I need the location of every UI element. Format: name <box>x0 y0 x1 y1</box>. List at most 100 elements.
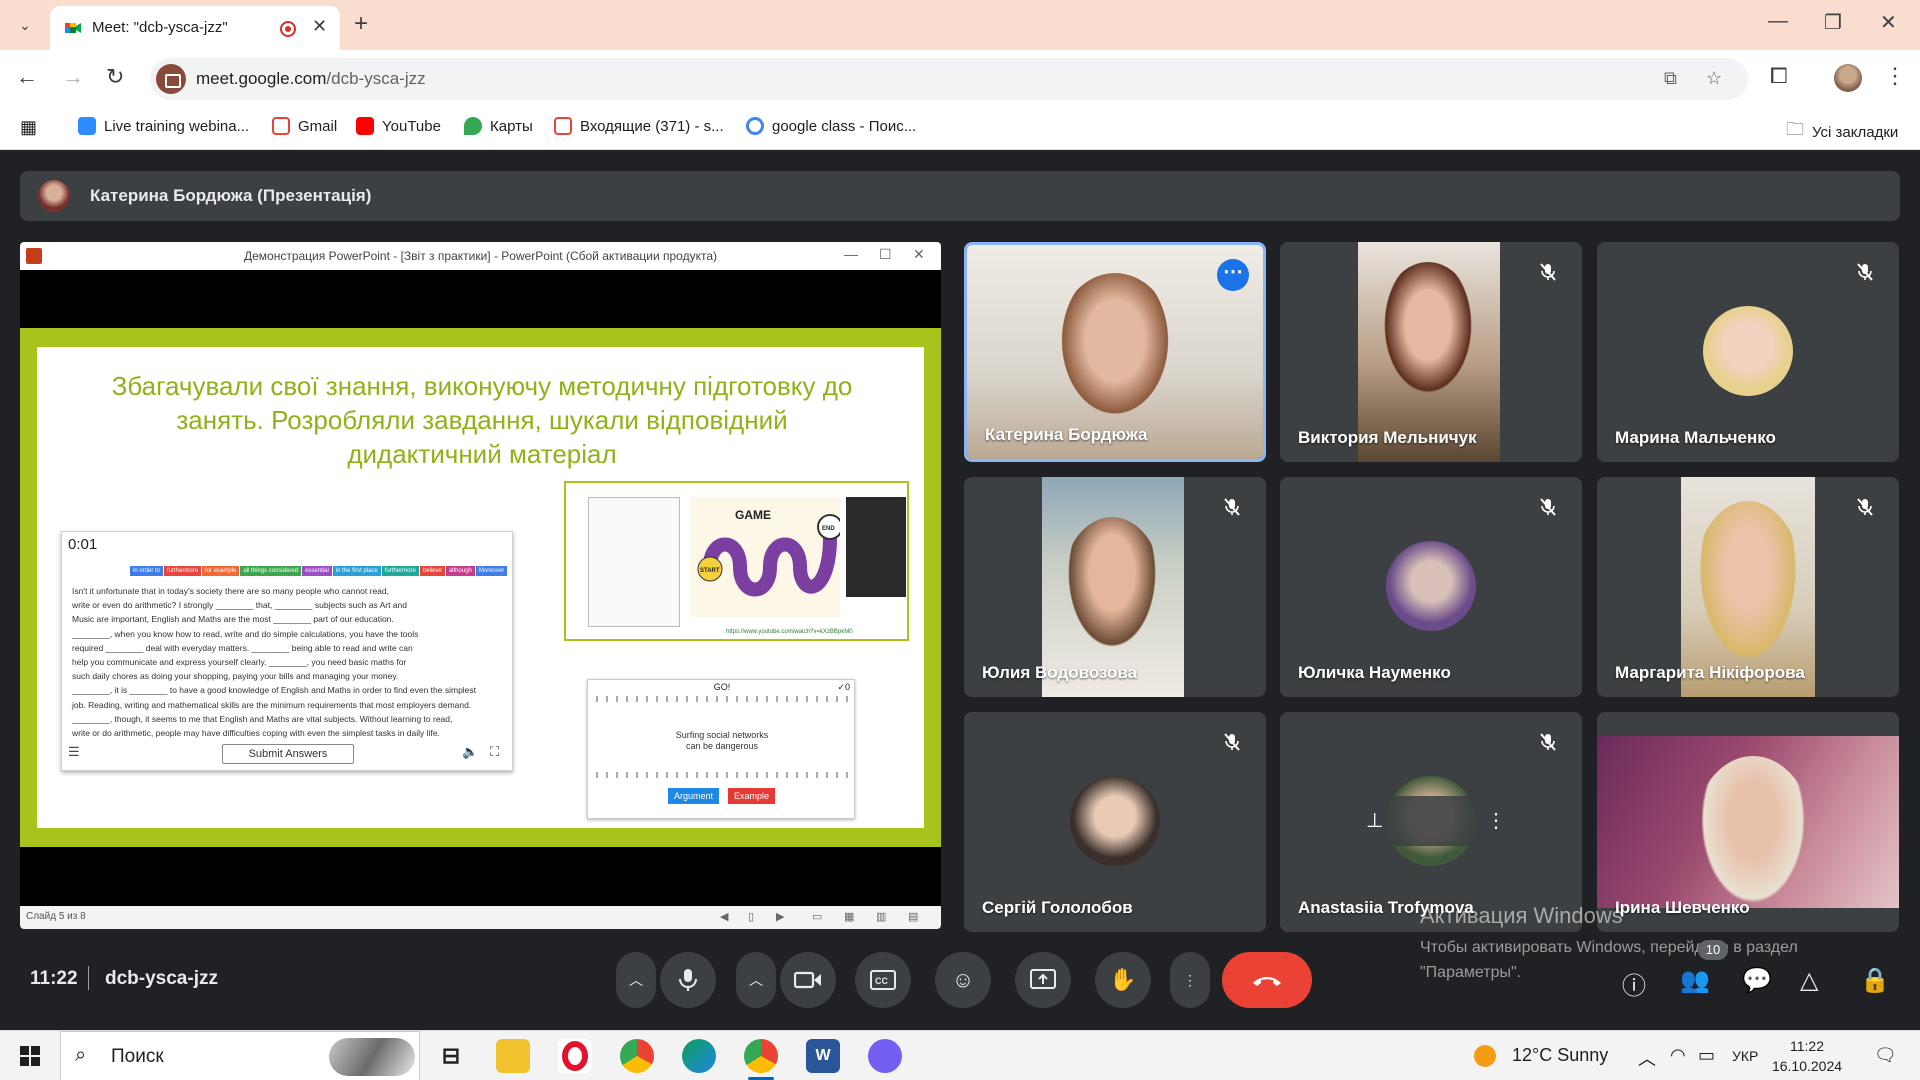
participant-avatar <box>1703 306 1793 396</box>
windows-activation-title: Активация Windows <box>1420 903 1623 928</box>
ppt-status-bar: Слайд 5 из 8 ◀ ▯ ▶ ▭ ▦ ▥ ▤ <box>20 906 941 929</box>
camera-icon[interactable] <box>780 952 836 1008</box>
people-icon[interactable]: 👥 <box>1680 966 1710 995</box>
more-options-icon[interactable]: ⋮ <box>1170 952 1210 1008</box>
submit-answers-button: Submit Answers <box>222 744 354 764</box>
shared-screen-presentation[interactable]: Демонстрация PowerPoint - [Звіт з практи… <box>20 242 941 929</box>
host-controls-lock-icon[interactable]: 🔒 <box>1860 966 1890 995</box>
tab-search-chevron-icon[interactable]: ⌄ <box>12 12 38 38</box>
tab-close-icon[interactable]: ✕ <box>312 16 327 37</box>
tile-hover-controls: ⊥ ⋮ <box>1348 796 1514 846</box>
meeting-code: dcb-ysca-jzz <box>105 968 218 989</box>
taskbar-search-box[interactable]: ⌕ Поиск <box>60 1031 420 1080</box>
video-options-chevron-icon[interactable]: ︿ <box>736 952 776 1008</box>
bookmark-item[interactable]: Gmail <box>272 117 337 135</box>
minimize-window-icon[interactable]: — <box>1768 10 1788 33</box>
more-options-icon[interactable]: ⋯ <box>1217 259 1249 291</box>
track-bottom <box>596 772 848 778</box>
chat-icon[interactable]: 💬 <box>1742 966 1772 995</box>
wifi-icon[interactable]: ◠ <box>1670 1045 1686 1066</box>
windows-start-icon[interactable] <box>20 1046 40 1066</box>
captions-icon[interactable]: CC <box>855 952 911 1008</box>
mic-off-icon <box>1222 497 1242 517</box>
participant-tile[interactable]: Юличка Науменко <box>1280 477 1582 697</box>
all-bookmarks-button[interactable]: 🗀 Усі закладки <box>1786 117 1898 147</box>
argument-button: Argument <box>668 788 720 804</box>
participant-name: Маргарита Нікіфорова <box>1615 663 1805 682</box>
meeting-details-icon[interactable]: ⓘ <box>1622 966 1646 1001</box>
ppt-maximize-icon: ☐ <box>879 246 892 262</box>
task-view-icon[interactable]: ⊟ <box>434 1039 468 1073</box>
translate-icon[interactable]: ⧉ <box>1664 68 1677 89</box>
word-chip: all things considered <box>240 566 302 576</box>
site-info-icon[interactable] <box>156 64 186 94</box>
more-options-icon[interactable]: ⋮ <box>1486 808 1506 833</box>
game-board: GAME START END <box>690 497 840 617</box>
bookmark-item[interactable]: YouTube <box>356 117 441 135</box>
pin-icon[interactable]: ⊥ <box>1366 808 1383 833</box>
activities-icon[interactable]: △ <box>1800 966 1818 995</box>
opera-icon[interactable] <box>558 1039 592 1073</box>
word-chip: essential <box>302 566 332 576</box>
person-figure <box>1693 501 1803 671</box>
browser-menu-icon[interactable]: ⋮ <box>1884 63 1906 89</box>
tray-chevron-icon[interactable]: ︿ <box>1638 1045 1656 1071</box>
language-indicator[interactable]: УКР <box>1732 1048 1758 1064</box>
svg-text:END: END <box>822 526 835 532</box>
bookmark-item[interactable]: google class - Поис... <box>746 117 916 135</box>
chrome-profile-icon[interactable] <box>744 1039 778 1073</box>
bookmark-item[interactable]: Входящие (371) - s... <box>554 117 724 135</box>
participant-tile[interactable]: Юлия Водовозова <box>964 477 1266 697</box>
taskbar-clock[interactable]: 11:22 16.10.2024 <box>1762 1036 1852 1076</box>
bookmark-star-icon[interactable]: ☆ <box>1706 68 1722 89</box>
participant-tile[interactable]: Марина Мальченко <box>1597 242 1899 462</box>
back-arrow-icon[interactable]: ← <box>16 64 38 90</box>
score-label: ✓0 <box>837 682 850 692</box>
leave-call-button[interactable] <box>1222 952 1312 1008</box>
profile-avatar[interactable] <box>1834 64 1862 92</box>
presenter-bar: Катерина Бордюжа (Презентація) <box>20 171 1900 221</box>
forward-arrow-icon[interactable]: → <box>62 64 84 90</box>
mic-off-icon <box>1222 732 1242 752</box>
bookmark-item[interactable]: Live training webina... <box>78 117 249 135</box>
new-tab-icon[interactable]: + <box>354 10 368 38</box>
participant-tile[interactable]: Виктория Мельничук <box>1280 242 1582 462</box>
present-screen-icon[interactable] <box>1015 952 1071 1008</box>
audio-options-chevron-icon[interactable]: ︿ <box>616 952 656 1008</box>
participant-tile[interactable]: Сергій Гололобов <box>964 712 1266 932</box>
battery-icon[interactable]: ▭ <box>1698 1045 1715 1066</box>
browser-tab-meet[interactable]: Meet: "dcb-ysca-jzz" ✕ <box>50 6 340 50</box>
tab-title: Meet: "dcb-ysca-jzz" <box>92 19 228 36</box>
mic-off-icon <box>1538 497 1558 517</box>
extensions-puzzle-icon[interactable]: ⧠ <box>1770 63 1788 89</box>
close-window-icon[interactable]: ✕ <box>1880 10 1897 35</box>
participant-tile[interactable]: Ірина Шевченко <box>1597 712 1899 932</box>
microphone-icon[interactable] <box>660 952 716 1008</box>
edge-icon[interactable] <box>682 1039 716 1073</box>
participant-tile[interactable]: ⋯ Катерина Бордюжа <box>964 242 1266 462</box>
next-slide-icon: ▶ <box>776 911 785 923</box>
weather-text[interactable]: 12°C Sunny <box>1512 1045 1608 1066</box>
weather-icon[interactable] <box>1474 1045 1496 1067</box>
participant-tile[interactable]: Маргарита Нікіфорова <box>1597 477 1899 697</box>
apps-grid-icon[interactable]: ▦ <box>20 117 37 138</box>
restore-window-icon[interactable]: ❐ <box>1824 10 1842 35</box>
notifications-icon[interactable]: 🗨 <box>1874 1045 1897 1066</box>
maps-icon <box>464 117 482 135</box>
reload-icon[interactable]: ↻ <box>106 64 124 90</box>
word-list-card <box>588 497 680 627</box>
browser-toolbar: ← → ↻ meet.google.com/dcb-ysca-jzz ⧉ ☆ ⧠… <box>0 50 1920 108</box>
participant-video <box>1597 736 1899 916</box>
raise-hand-icon[interactable]: ✋ <box>1095 952 1151 1008</box>
word-icon[interactable]: W <box>806 1039 840 1073</box>
viber-icon[interactable] <box>868 1039 902 1073</box>
bookmark-item[interactable]: Карты <box>464 117 533 135</box>
address-bar[interactable]: meet.google.com/dcb-ysca-jzz ⧉ ☆ <box>150 58 1748 100</box>
ppt-close-icon: ✕ <box>913 246 925 262</box>
search-placeholder: Поиск <box>111 1046 164 1067</box>
file-explorer-icon[interactable] <box>496 1039 530 1073</box>
worksheet-timer: 0:01 <box>68 536 98 553</box>
chrome-icon[interactable] <box>620 1039 654 1073</box>
emoji-reactions-icon[interactable]: ☺ <box>935 952 991 1008</box>
participant-tile[interactable]: ⊥ ⋮ Anastasiia Trofymova <box>1280 712 1582 932</box>
